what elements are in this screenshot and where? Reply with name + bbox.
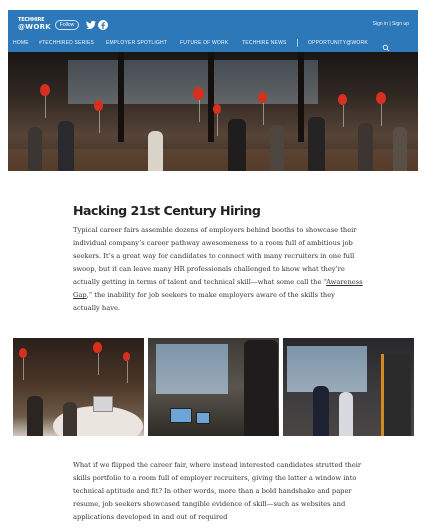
facebook-icon[interactable] xyxy=(97,18,109,30)
nav-item-home[interactable]: HOME xyxy=(13,40,29,46)
event-photo-3 xyxy=(283,338,414,436)
follow-button[interactable]: Follow xyxy=(55,20,79,30)
paragraph-1-text-end: ,” the inability for job seekers to make… xyxy=(73,291,335,312)
logo-line-2: @WORK xyxy=(18,23,51,31)
hero-image xyxy=(8,52,418,171)
balloon xyxy=(376,92,386,126)
attendee xyxy=(308,117,325,171)
article-title: Hacking 21st Century Hiring xyxy=(73,203,261,218)
site-header: TECHHIRE @WORK Follow Sign in | Sign up … xyxy=(8,10,418,52)
nav-item-opportunity-at-work[interactable]: OPPORTUNITY@WORK xyxy=(308,40,368,46)
balloon xyxy=(40,84,50,118)
attendee xyxy=(228,119,246,171)
attendee xyxy=(28,127,42,171)
balloon xyxy=(193,87,204,122)
attendee xyxy=(393,127,407,171)
balloon xyxy=(338,94,347,127)
balloon xyxy=(258,92,267,125)
nav-divider xyxy=(297,39,298,47)
balloon xyxy=(19,348,27,380)
event-photo-1 xyxy=(13,338,144,436)
attendee xyxy=(63,402,77,436)
auth-links: Sign in | Sign up xyxy=(373,21,409,27)
balloon xyxy=(213,104,221,136)
nav-item-future-of-work[interactable]: FUTURE OF WORK xyxy=(180,40,228,46)
photo-monitor xyxy=(196,412,210,424)
hero-beam xyxy=(208,52,214,142)
article-paragraph-2: What if we flipped the career fair, wher… xyxy=(73,461,362,521)
attendee xyxy=(244,340,278,436)
search-icon[interactable] xyxy=(382,39,390,52)
photo-monitor xyxy=(170,408,192,423)
event-banner xyxy=(381,354,411,436)
site-logo[interactable]: TECHHIRE @WORK xyxy=(18,17,51,34)
balloon xyxy=(94,100,103,133)
auth-separator: | xyxy=(389,21,391,27)
photo-window xyxy=(287,346,367,392)
event-photo-2 xyxy=(148,338,279,436)
nav-item-employer-spotlight[interactable]: EMPLOYER SPOTLIGHT xyxy=(106,40,167,46)
photo-laptop xyxy=(93,396,113,412)
balloon xyxy=(123,352,130,383)
nav-item-techhire-news[interactable]: TECHHIRE NEWS xyxy=(242,40,287,46)
sign-up-link[interactable]: Sign up xyxy=(392,21,409,27)
attendee xyxy=(27,396,43,436)
twitter-icon[interactable] xyxy=(85,18,97,30)
hero-beam xyxy=(118,52,124,142)
attendee xyxy=(58,121,74,171)
main-nav: HOME #TECHHIRED SERIES EMPLOYER SPOTLIGH… xyxy=(8,39,418,52)
attendee xyxy=(148,131,163,171)
attendee xyxy=(270,125,284,171)
hero-beam xyxy=(298,52,304,142)
sign-in-link[interactable]: Sign in xyxy=(373,21,388,27)
article-paragraph-1: Typical career fairs assemble dozens of … xyxy=(73,224,363,315)
nav-item-techhired-series[interactable]: #TECHHIRED SERIES xyxy=(39,40,94,46)
attendee xyxy=(339,392,353,436)
attendee xyxy=(358,123,373,171)
balloon xyxy=(93,342,102,375)
attendee xyxy=(313,386,329,436)
photo-window xyxy=(156,344,228,394)
paragraph-1-text: Typical career fairs assemble dozens of … xyxy=(73,226,357,286)
